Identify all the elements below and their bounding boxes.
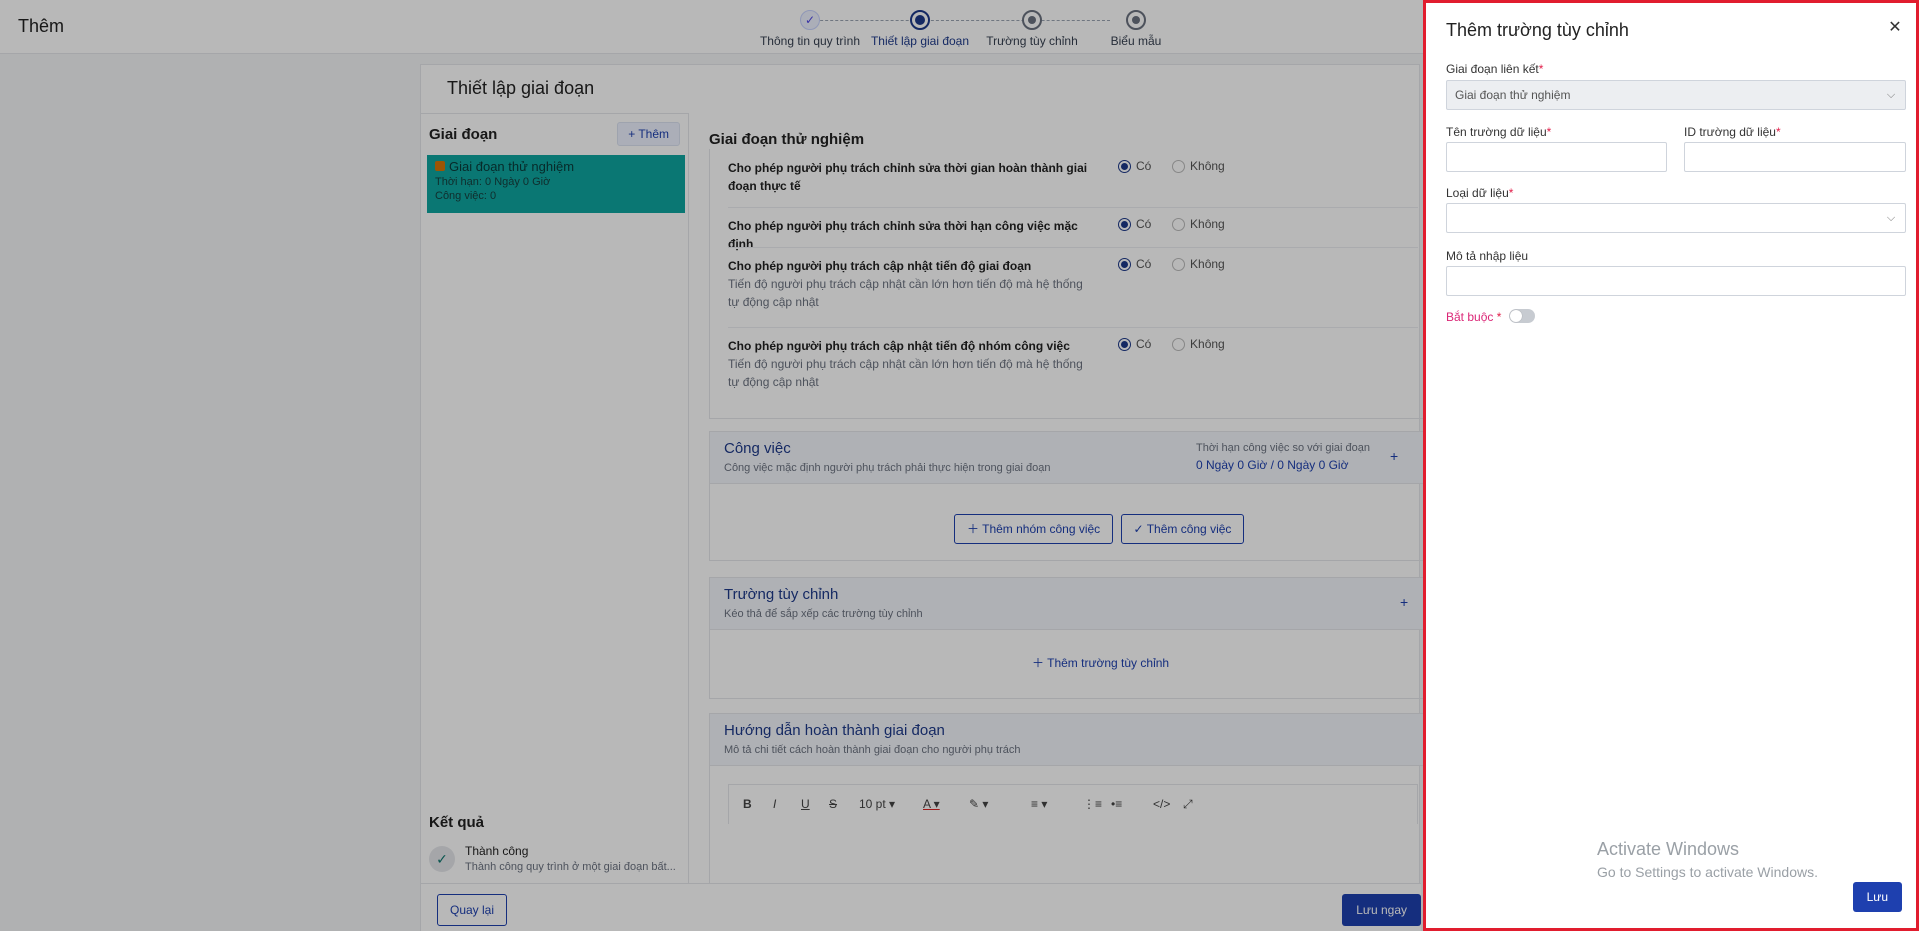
close-icon[interactable]: ✕ — [1886, 19, 1904, 37]
field-name-input[interactable] — [1446, 142, 1667, 172]
field-name-label: Tên trường dữ liệu* — [1446, 125, 1552, 139]
data-type-select[interactable]: ⌵ — [1446, 203, 1906, 233]
linked-stage-select[interactable]: Giai đoạn thử nghiệm ⌵ — [1446, 80, 1906, 110]
chevron-down-icon: ⌵ — [1886, 89, 1896, 101]
drawer-title: Thêm trường tùy chỉnh — [1446, 20, 1629, 40]
data-type-label: Loại dữ liệu* — [1446, 186, 1514, 200]
add-custom-field-drawer: Thêm trường tùy chỉnh ✕ Giai đoạn liên k… — [1423, 0, 1919, 931]
linked-stage-label: Giai đoạn liên kết* — [1446, 62, 1544, 76]
description-label: Mô tả nhập liệu — [1446, 249, 1529, 263]
required-label: Bắt buộc * — [1446, 310, 1502, 324]
required-toggle[interactable] — [1509, 309, 1535, 323]
field-id-label: ID trường dữ liệu* — [1684, 125, 1781, 139]
windows-watermark: Activate Windows Go to Settings to activ… — [1597, 839, 1818, 880]
field-id-input[interactable] — [1684, 142, 1906, 172]
description-input[interactable] — [1446, 266, 1906, 296]
chevron-down-icon: ⌵ — [1886, 212, 1896, 224]
save-button[interactable]: Lưu — [1852, 882, 1902, 912]
